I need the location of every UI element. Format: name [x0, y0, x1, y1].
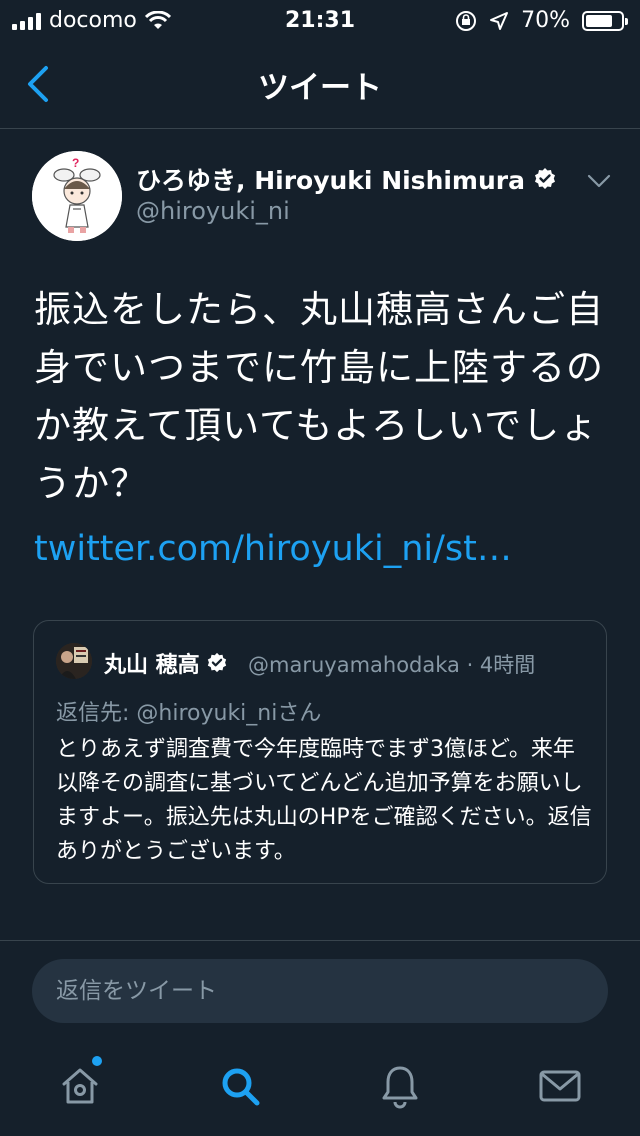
svg-text:?: ? [72, 156, 79, 170]
avatar[interactable]: ? [32, 151, 122, 241]
quoted-handle-time: @maruyamahodaka · 4時間 [248, 653, 536, 677]
author-name[interactable]: ひろゆき, Hiroyuki Nishimura [136, 161, 557, 197]
orientation-lock-icon [456, 10, 477, 31]
reply-bar: 返信をツイート [0, 940, 640, 1041]
tab-bar [0, 1040, 640, 1136]
quoted-author-name-text: 丸山 穂高 [104, 653, 200, 678]
author-name-text: ひろゆき, Hiroyuki Nishimura [136, 166, 525, 195]
quoted-avatar [56, 643, 92, 679]
quoted-text: とりあえず調査費で今年度臨時でまず3億ほど。来年以降その調査に基づいてどんどん追… [56, 737, 592, 864]
battery-icon [582, 10, 628, 31]
author-handle[interactable]: @hiroyuki_ni [136, 197, 290, 225]
chevron-down-icon[interactable] [586, 171, 612, 191]
battery-percent: 70% [521, 8, 570, 33]
mail-icon[interactable] [536, 1062, 584, 1110]
status-bar: docomo 21:31 70% [0, 0, 640, 40]
home-icon[interactable] [56, 1062, 104, 1110]
search-icon[interactable] [216, 1062, 264, 1110]
page-title: ツイート [258, 70, 382, 106]
quoted-reply-to: 返信先: @hiroyuki_niさん [56, 701, 322, 726]
new-tweets-indicator [92, 1056, 102, 1066]
location-icon [490, 11, 509, 30]
tweet-text: 振込をしたら、丸山穂高さんご自身でいつまでに竹島に上陸するのか教えて頂いてもよろ… [34, 288, 604, 505]
nav-bar: ツイート [0, 40, 640, 129]
quoted-tweet[interactable]: 丸山 穂高 @maruyamahodaka · 4時間 返信先: @hiroyu… [33, 620, 607, 884]
bell-icon[interactable] [376, 1062, 424, 1110]
quoted-author-name: 丸山 穂高 [104, 647, 228, 679]
status-right: 70% [455, 8, 628, 33]
avatar-illustration: ? [32, 151, 122, 241]
verified-badge-icon [534, 168, 555, 189]
tweet-link[interactable]: twitter.com/hiroyuki_ni/st… [34, 529, 512, 569]
reply-input[interactable]: 返信をツイート [32, 959, 608, 1023]
verified-badge-icon [207, 652, 226, 673]
